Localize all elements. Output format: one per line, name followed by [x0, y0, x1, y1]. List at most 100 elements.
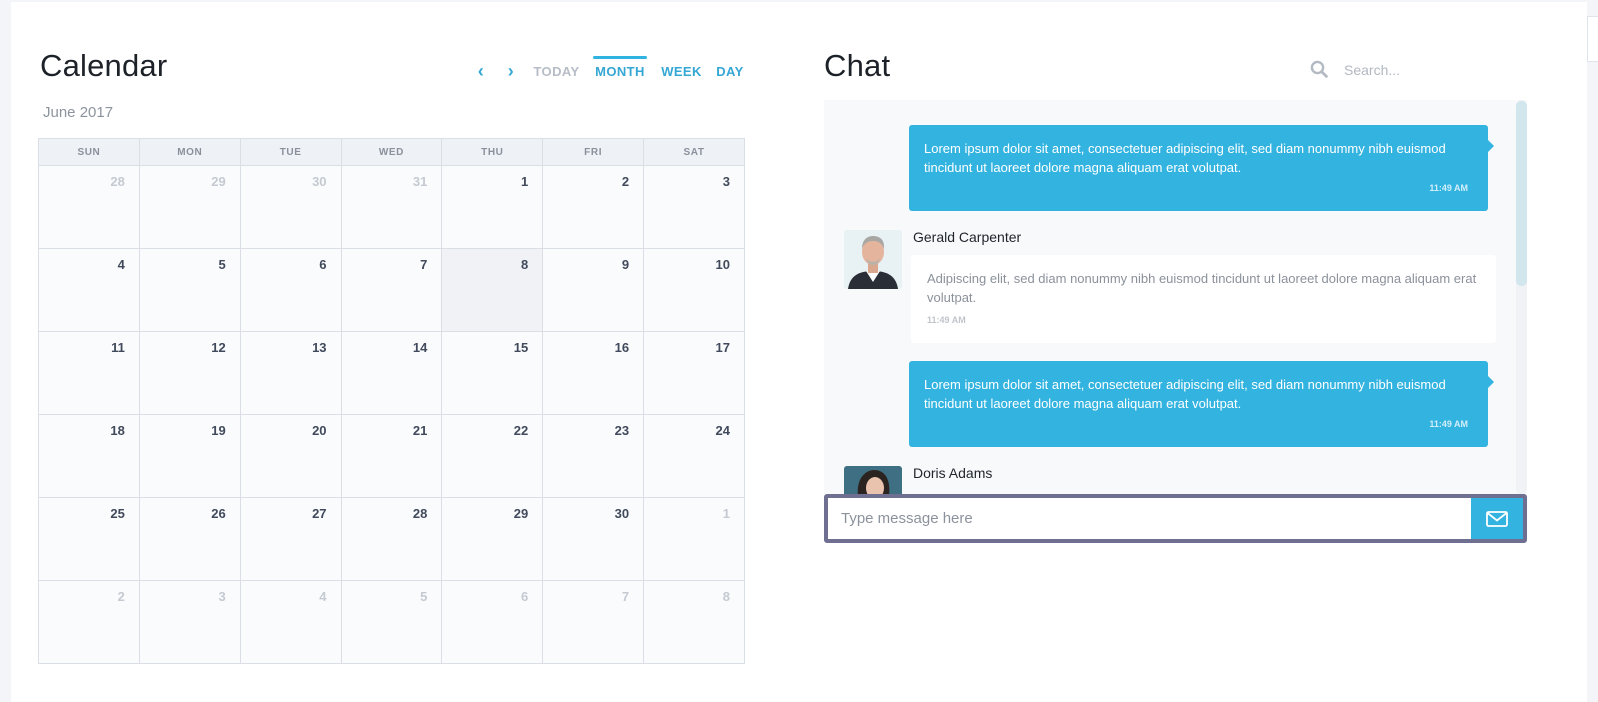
message-input[interactable] [828, 498, 1468, 539]
calendar-day-cell[interactable]: 12 [138, 331, 241, 415]
calendar-day-cell[interactable]: 2 [38, 580, 140, 664]
day-number: 1 [722, 506, 730, 521]
calendar-week-row: 28 29 30 31 1 2 3 [38, 165, 745, 249]
calendar-day-cell[interactable]: 14 [340, 331, 443, 415]
calendar-month-label: June 2017 [43, 104, 114, 121]
search-icon[interactable] [1310, 60, 1328, 78]
calendar-day-cell[interactable]: 29 [441, 497, 544, 581]
calendar-title: Calendar [40, 48, 168, 83]
day-number: 23 [614, 423, 630, 438]
day-number: 20 [312, 423, 327, 438]
day-view-tab[interactable]: DAY [716, 56, 744, 86]
calendar-day-cell[interactable]: 23 [542, 414, 645, 498]
day-number: 3 [218, 589, 226, 604]
day-number: 24 [715, 423, 730, 438]
weekday-header: FRI [542, 138, 645, 166]
day-number: 29 [211, 174, 226, 189]
calendar-day-cell[interactable]: 17 [643, 331, 745, 415]
calendar-day-cell[interactable]: 21 [340, 414, 443, 498]
calendar-day-cell[interactable]: 16 [542, 331, 645, 415]
calendar-day-cell[interactable]: 22 [441, 414, 544, 498]
calendar-day-cell[interactable]: 6 [441, 580, 544, 664]
calendar-day-cell[interactable]: 28 [38, 165, 140, 249]
calendar-day-cell[interactable]: 30 [542, 497, 645, 581]
calendar-day-cell[interactable]: 5 [340, 580, 443, 664]
calendar-day-cell[interactable]: 27 [239, 497, 342, 581]
calendar-week-row: 4 5 6 7 8 9 10 [38, 248, 745, 332]
chat-scrollbar-thumb[interactable] [1516, 101, 1527, 286]
today-button[interactable]: TODAY [533, 56, 580, 86]
weekday-header: MON [138, 138, 241, 166]
calendar-day-cell[interactable]: 7 [542, 580, 645, 664]
calendar-day-cell[interactable]: 6 [239, 248, 342, 332]
calendar-day-cell[interactable]: 11 [38, 331, 140, 415]
day-number: 12 [211, 340, 226, 355]
calendar-day-cell[interactable]: 8 [643, 580, 745, 664]
calendar-day-cell[interactable]: 10 [643, 248, 745, 332]
calendar-day-cell[interactable]: 5 [138, 248, 241, 332]
month-view-tab[interactable]: MONTH [593, 56, 647, 86]
message-text: Lorem ipsum dolor sit amet, consectetuer… [924, 377, 1446, 411]
message-compose-bar [824, 494, 1527, 543]
calendar-grid: SUN MON TUE WED THU FRI SAT 28 29 30 31 1 2 3 4… [38, 138, 745, 664]
weekday-header: THU [441, 138, 544, 166]
chat-search-input[interactable] [1342, 56, 1506, 84]
day-number: 13 [312, 340, 327, 355]
calendar-day-cell[interactable]: 20 [239, 414, 342, 498]
day-number: 6 [319, 257, 327, 272]
calendar-day-cell[interactable]: 15 [441, 331, 544, 415]
day-number: 5 [420, 589, 428, 604]
calendar-day-cell[interactable]: 2 [542, 165, 645, 249]
calendar-day-cell[interactable]: 3 [138, 580, 241, 664]
calendar-day-cell[interactable]: 1 [441, 165, 544, 249]
day-number: 10 [715, 257, 730, 272]
calendar-day-cell[interactable]: 13 [239, 331, 342, 415]
message-time: 11:49 AM [1429, 419, 1468, 429]
day-number: 7 [621, 589, 630, 604]
calendar-day-cell-today[interactable]: 8 [441, 248, 544, 332]
day-number: 6 [520, 589, 529, 604]
calendar-day-cell[interactable]: 26 [138, 497, 241, 581]
day-number: 2 [117, 589, 125, 604]
weekday-header-row: SUN MON TUE WED THU FRI SAT [38, 138, 745, 166]
calendar-week-row: 25 26 27 28 29 30 1 [38, 497, 745, 581]
calendar-day-cell[interactable]: 19 [138, 414, 241, 498]
calendar-day-cell[interactable]: 31 [340, 165, 443, 249]
day-number: 18 [110, 423, 125, 438]
weekday-header: TUE [239, 138, 342, 166]
calendar-day-cell[interactable]: 18 [38, 414, 140, 498]
calendar-week-row: 18 19 20 21 22 23 24 [38, 414, 745, 498]
day-number: 30 [312, 174, 327, 189]
day-number: 26 [211, 506, 226, 521]
calendar-day-cell[interactable]: 4 [38, 248, 140, 332]
send-button[interactable] [1471, 498, 1523, 539]
day-number: 11 [111, 340, 125, 355]
calendar-day-cell[interactable]: 28 [340, 497, 443, 581]
chat-messages-panel[interactable]: Lorem ipsum dolor sit amet, consectetuer… [824, 100, 1527, 494]
day-number: 17 [715, 340, 730, 355]
avatar-doris-adams[interactable] [844, 466, 902, 494]
day-number: 15 [513, 340, 529, 355]
calendar-day-cell[interactable]: 24 [643, 414, 745, 498]
message-text: Adipiscing elit, sed diam nonummy nibh e… [927, 271, 1477, 305]
calendar-day-cell[interactable]: 1 [643, 497, 745, 581]
sender-name: Gerald Carpenter [913, 229, 1022, 245]
next-month-button[interactable]: › [504, 56, 518, 86]
prev-month-button[interactable]: ‹ [474, 56, 488, 86]
week-view-tab[interactable]: WEEK [661, 56, 702, 86]
side-panel-tab[interactable] [1587, 16, 1598, 62]
calendar-day-cell[interactable]: 9 [542, 248, 645, 332]
day-number: 3 [722, 174, 730, 189]
avatar-gerald-carpenter[interactable] [844, 230, 902, 289]
day-number: 9 [621, 257, 630, 272]
calendar-day-cell[interactable]: 30 [239, 165, 342, 249]
calendar-day-cell[interactable]: 3 [643, 165, 745, 249]
weekday-header: WED [340, 138, 443, 166]
calendar-day-cell[interactable]: 4 [239, 580, 342, 664]
calendar-day-cell[interactable]: 29 [138, 165, 241, 249]
calendar-day-cell[interactable]: 25 [38, 497, 140, 581]
day-number: 30 [614, 506, 630, 521]
day-number: 28 [110, 174, 125, 189]
message-time: 11:49 AM [1429, 183, 1468, 193]
calendar-day-cell[interactable]: 7 [340, 248, 443, 332]
